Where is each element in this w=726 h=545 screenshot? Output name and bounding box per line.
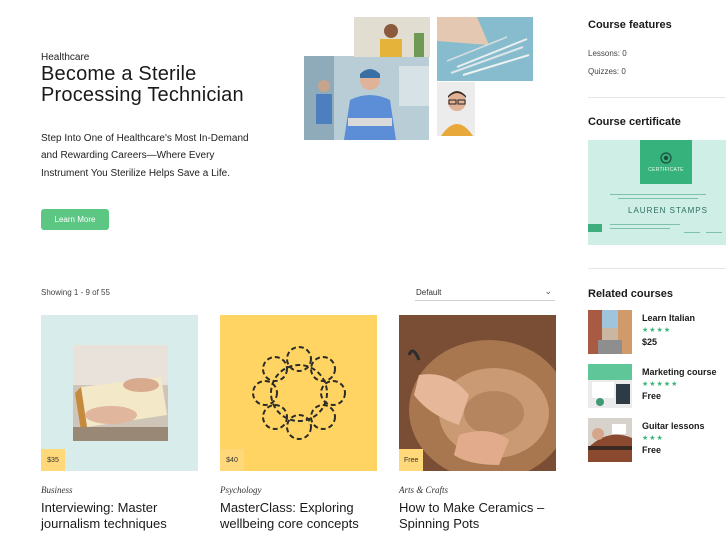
hero-description-line-3: Instrument You Sterilize Helps Save a Li… (41, 168, 230, 179)
course-title[interactable]: Interviewing: Master journalism techniqu… (41, 500, 198, 532)
hero-photo-surgical-nurse (304, 56, 429, 140)
course-category: Arts & Crafts (399, 485, 449, 495)
hero-description-line-1: Step Into One of Healthcare's Most In-De… (41, 133, 249, 144)
sidebar-divider (588, 97, 726, 98)
certificate-line (618, 198, 698, 199)
hero-photo-student (354, 17, 430, 57)
course-card[interactable]: Free Arts & Crafts How to Make Ceramics … (399, 315, 556, 532)
related-course-item[interactable]: Guitar lessons ★★★ Free (588, 418, 726, 464)
certificate-badge-label: CERTIFICATE (648, 166, 684, 173)
course-category: Business (41, 485, 73, 495)
star-rating-icon: ★★★★ (642, 327, 672, 334)
related-course-title[interactable]: Guitar lessons (642, 421, 705, 431)
related-course-thumbnail[interactable] (588, 364, 632, 408)
flower-outline-icon (252, 346, 346, 440)
price-badge: $40 (220, 449, 244, 471)
related-course-item[interactable]: Learn Italian ★★★★ $25 (588, 310, 726, 356)
related-course-price: Free (642, 445, 662, 455)
certificate-seal: CERTIFICATE (640, 140, 692, 184)
related-course-item[interactable]: Marketing course ★★★★★ Free (588, 364, 726, 410)
sidebar-divider (588, 268, 726, 269)
related-course-thumbnail[interactable] (588, 310, 632, 354)
certificate-line (610, 194, 706, 195)
course-thumbnail[interactable]: $35 (41, 315, 198, 471)
sort-select[interactable]: Default ⌄ (415, 285, 555, 301)
quizzes-count: Quizzes: 0 (588, 67, 626, 76)
related-course-price: Free (642, 391, 662, 401)
price-badge: Free (399, 449, 424, 471)
related-course-title[interactable]: Marketing course (642, 367, 717, 377)
price-badge: $35 (41, 449, 65, 471)
course-title[interactable]: MasterClass: Exploring wellbeing core co… (220, 500, 377, 532)
sort-select-value: Default (416, 288, 442, 297)
hero-title: Become a Sterile Processing Technician (41, 63, 244, 106)
course-title[interactable]: How to Make Ceramics – Spinning Pots (399, 500, 556, 532)
course-card[interactable]: $35 Business Interviewing: Master journa… (41, 315, 198, 532)
course-thumbnail[interactable]: $40 (220, 315, 377, 471)
results-count: Showing 1 - 9 of 55 (41, 288, 110, 297)
certificate-logo (588, 224, 602, 232)
hero-photo-man-glasses (437, 82, 475, 136)
certificate-signature-line (706, 232, 722, 233)
chevron-down-icon: ⌄ (544, 286, 552, 296)
hero-photo-instruments (437, 17, 533, 81)
reading-book-illustration (73, 345, 168, 441)
certificate-line (610, 224, 680, 225)
related-course-price: $25 (642, 337, 658, 347)
hero-description-line-2: and Rewarding Careers—Where Every (41, 150, 215, 161)
related-course-title[interactable]: Learn Italian (642, 313, 695, 323)
course-certificate-heading: Course certificate (588, 116, 681, 128)
star-rating-icon: ★★★★★ (642, 381, 679, 388)
pottery-wheel-photo (399, 315, 556, 471)
course-thumbnail[interactable]: Free (399, 315, 556, 471)
learn-more-button[interactable]: Learn More (41, 209, 109, 230)
certificate-preview[interactable]: CERTIFICATE LAUREN STAMPS (588, 140, 726, 245)
related-courses-heading: Related courses (588, 288, 673, 300)
course-card[interactable]: $40 Psychology MasterClass: Exploring we… (220, 315, 377, 532)
certificate-line (610, 228, 670, 229)
medal-icon (660, 151, 672, 164)
course-features-heading: Course features (588, 19, 672, 31)
lessons-count: Lessons: 0 (588, 49, 627, 58)
related-course-thumbnail[interactable] (588, 418, 632, 462)
certificate-signature-line (684, 232, 700, 233)
course-category: Psychology (220, 485, 262, 495)
star-rating-icon: ★★★ (642, 435, 664, 442)
certificate-recipient: LAUREN STAMPS (628, 206, 708, 215)
hero-eyebrow: Healthcare (41, 52, 90, 63)
